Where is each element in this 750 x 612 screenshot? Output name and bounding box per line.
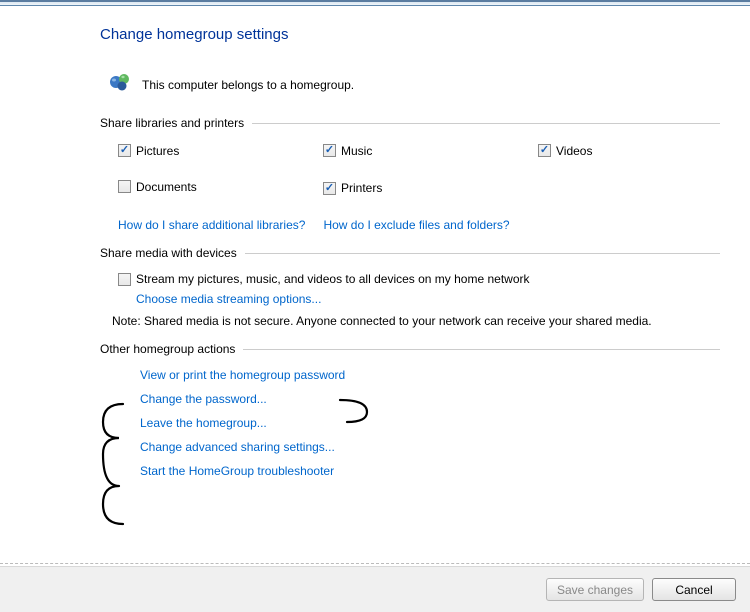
checkbox-music-label: Music (341, 144, 372, 158)
section-share-libs-label: Share libraries and printers (100, 116, 244, 130)
link-troubleshooter[interactable]: Start the HomeGroup troubleshooter (140, 464, 720, 478)
checkbox-music[interactable]: Music (323, 144, 372, 158)
checkbox-documents-label: Documents (136, 180, 197, 194)
section-share-media: Share media with devices (100, 246, 720, 260)
checkmark-icon (323, 144, 336, 157)
divider-dashed (0, 563, 750, 564)
note-text: Note: Shared media is not secure. Anyone… (112, 314, 720, 328)
checkmark-icon (323, 182, 336, 195)
main-content: Change homegroup settings This computer … (0, 6, 750, 498)
page-title: Change homegroup settings (100, 26, 720, 43)
checkmark-icon (538, 144, 551, 157)
checkbox-pictures[interactable]: Pictures (118, 144, 179, 158)
checkbox-empty-icon (118, 273, 131, 286)
checkbox-grid: Pictures Music Videos Documents (118, 142, 720, 196)
checkbox-printers[interactable]: Printers (323, 181, 382, 195)
checkmark-icon (118, 144, 131, 157)
link-streaming-options[interactable]: Choose media streaming options... (136, 292, 321, 306)
section-share-media-label: Share media with devices (100, 246, 237, 260)
section-other-actions: Other homegroup actions (100, 342, 720, 356)
link-exclude[interactable]: How do I exclude files and folders? (323, 218, 509, 232)
checkbox-stream-label: Stream my pictures, music, and videos to… (136, 272, 530, 286)
checkbox-videos[interactable]: Videos (538, 144, 592, 158)
status-row: This computer belongs to a homegroup. (108, 71, 720, 98)
checkbox-stream[interactable]: Stream my pictures, music, and videos to… (118, 272, 530, 286)
link-share-additional[interactable]: How do I share additional libraries? (118, 218, 305, 232)
checkbox-videos-label: Videos (556, 144, 592, 158)
save-button[interactable]: Save changes (546, 578, 644, 601)
link-advanced[interactable]: Change advanced sharing settings... (140, 440, 720, 454)
checkbox-pictures-label: Pictures (136, 144, 179, 158)
actions-list: View or print the homegroup password Cha… (140, 368, 720, 478)
checkbox-empty-icon (118, 180, 131, 193)
checkbox-documents[interactable]: Documents (118, 180, 197, 194)
link-leave[interactable]: Leave the homegroup... (140, 416, 720, 430)
section-other-actions-label: Other homegroup actions (100, 342, 235, 356)
homegroup-icon (108, 71, 142, 98)
divider (243, 349, 720, 350)
divider (252, 123, 720, 124)
link-view-password[interactable]: View or print the homegroup password (140, 368, 720, 382)
link-change-password[interactable]: Change the password... (140, 392, 720, 406)
divider (245, 253, 720, 254)
help-link-row: How do I share additional libraries? How… (118, 218, 720, 232)
button-bar: Save changes Cancel (0, 566, 750, 612)
status-text: This computer belongs to a homegroup. (142, 78, 354, 92)
checkbox-printers-label: Printers (341, 181, 382, 195)
section-share-libs: Share libraries and printers (100, 116, 720, 130)
cancel-button[interactable]: Cancel (652, 578, 736, 601)
